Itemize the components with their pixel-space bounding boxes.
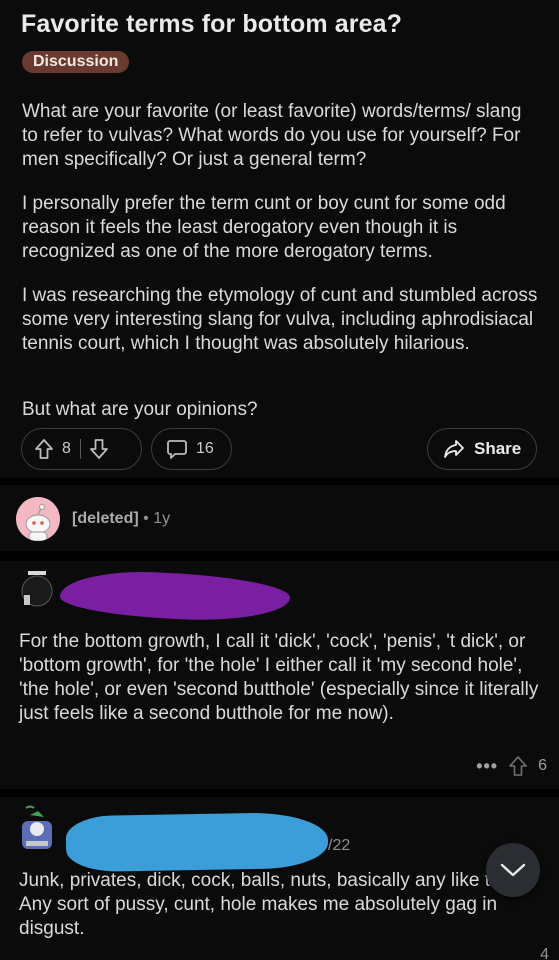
comment-body: For the bottom growth, I call it 'dick',… <box>19 631 539 724</box>
share-arrow-icon <box>443 439 465 459</box>
more-options-icon[interactable]: ••• <box>476 756 498 777</box>
post-body-paragraph: I personally prefer the term cunt or boy… <box>22 193 506 262</box>
comments-button[interactable]: 16 <box>151 428 232 470</box>
vote-count: 8 <box>62 440 71 457</box>
comment: For the bottom growth, I call it 'dick',… <box>0 561 559 789</box>
comment-body: Junk, privates, dick, cock, balls, nuts,… <box>19 870 522 939</box>
comment-actions: ••• 6 <box>476 755 547 777</box>
post-body-paragraph: But what are your opinions? <box>22 399 258 420</box>
share-button[interactable]: Share <box>427 428 537 470</box>
comment-age: 1y <box>153 510 171 527</box>
avatar <box>16 497 60 541</box>
post-card: Favorite terms for bottom area? Discussi… <box>0 0 559 478</box>
vote-bar: 8 <box>21 428 142 470</box>
post-body-paragraph: What are your favorite (or least favorit… <box>22 101 522 170</box>
flair-badge[interactable]: Discussion <box>22 51 130 73</box>
comment-vote-count: 6 <box>538 757 547 774</box>
comment-vote-count: 4 <box>540 946 549 960</box>
avatar[interactable] <box>18 805 56 849</box>
post-title: Favorite terms for bottom area? <box>21 10 402 38</box>
comment-date: /22 <box>328 837 351 854</box>
avatar[interactable] <box>18 567 56 607</box>
vote-divider <box>79 439 81 459</box>
arrow-up-icon[interactable] <box>508 755 528 777</box>
redacted-username <box>65 811 329 873</box>
chevron-down-icon <box>500 862 526 878</box>
share-label: Share <box>474 439 522 458</box>
comment-author: [deleted] <box>72 510 139 527</box>
comment: /22 Junk, privates, dick, cock, balls, n… <box>0 797 559 960</box>
meta-separator: • <box>143 510 149 527</box>
collapsed-comment[interactable]: [deleted] • 1y <box>0 485 559 551</box>
redacted-username <box>59 569 291 623</box>
arrow-down-icon[interactable] <box>89 438 109 460</box>
post-body-paragraph: I was researching the etymology of cunt … <box>22 285 538 354</box>
speech-bubble-icon <box>166 438 188 460</box>
comment-meta: [deleted] • 1y <box>72 510 170 528</box>
arrow-up-icon[interactable] <box>34 438 54 460</box>
collapse-button[interactable] <box>486 843 540 897</box>
comment-count: 16 <box>196 440 214 457</box>
